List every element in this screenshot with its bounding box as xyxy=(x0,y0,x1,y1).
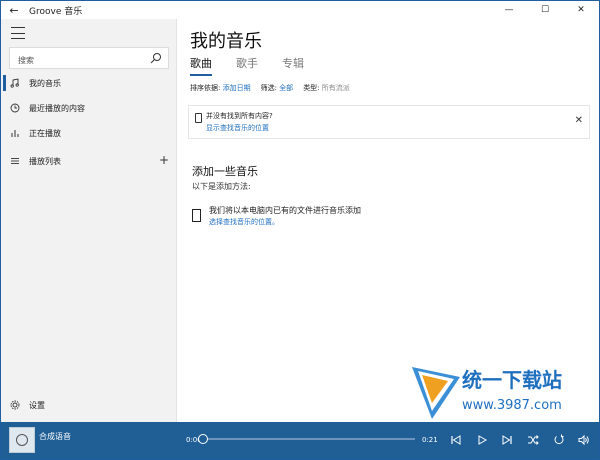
previous-button[interactable] xyxy=(448,432,464,448)
sidebar-item-settings[interactable]: 设置 xyxy=(1,393,177,417)
sidebar-item-label: 最近播放的内容 xyxy=(29,103,85,113)
sidebar-item-label: 我的音乐 xyxy=(29,78,61,88)
watermark-brand: 统一下载站 xyxy=(462,368,562,392)
filter-value[interactable]: 全部 xyxy=(279,84,293,92)
play-button[interactable] xyxy=(474,432,490,448)
seek-thumb[interactable] xyxy=(198,434,208,444)
next-icon xyxy=(502,435,512,445)
tab-songs[interactable]: 歌曲 xyxy=(190,55,212,76)
sidebar-item-recent[interactable]: 最近播放的内容 xyxy=(1,96,177,120)
sidebar-item-my-music[interactable]: 我的音乐 xyxy=(1,71,177,95)
list-icon xyxy=(1,156,29,166)
back-button[interactable]: ← xyxy=(1,1,27,19)
watermark-logo: 统一下载站 www.3987.com xyxy=(410,359,598,421)
player-bar: 合成语音 0:00 0:21 xyxy=(1,422,599,459)
show-locations-link[interactable]: 显示查找音乐的位置 xyxy=(206,123,269,133)
music-note-icon xyxy=(1,78,29,88)
tab-bar: 歌曲 歌手 专辑 xyxy=(190,55,328,76)
play-icon xyxy=(478,435,488,445)
previous-icon xyxy=(451,435,461,445)
track-name[interactable]: 合成语音 xyxy=(39,431,71,442)
gear-icon xyxy=(1,400,29,410)
dismiss-notice-button[interactable]: ✕ xyxy=(575,115,583,126)
search-box xyxy=(9,47,169,71)
tab-albums[interactable]: 专辑 xyxy=(282,55,304,73)
volume-icon xyxy=(578,434,589,446)
add-music-subtitle: 以下是添加方法: xyxy=(192,182,251,191)
window-controls: — ☐ ✕ xyxy=(491,1,599,19)
sidebar-item-now-playing[interactable]: 正在播放 xyxy=(1,121,177,145)
sort-filter[interactable]: 排序依据: 添加日期 xyxy=(190,83,251,93)
add-playlist-button[interactable]: + xyxy=(159,153,169,167)
sidebar-item-label: 正在播放 xyxy=(29,128,61,138)
add-music-description: 我们将以本电脑内已有的文件进行音乐添加 xyxy=(209,206,361,215)
volume-button[interactable] xyxy=(576,432,592,448)
hamburger-menu-icon[interactable] xyxy=(11,27,25,39)
search-input[interactable] xyxy=(10,50,140,71)
sidebar-item-label: 播放列表 xyxy=(29,156,61,166)
title-bar: ← Groove 音乐 — ☐ ✕ xyxy=(1,1,599,19)
shuffle-button[interactable] xyxy=(525,432,541,448)
notice-text: 并没有找到所有内容? xyxy=(206,112,273,120)
device-icon xyxy=(195,113,202,123)
seek-bar[interactable] xyxy=(198,434,415,444)
type-value[interactable]: 所有流派 xyxy=(322,84,350,92)
clock-icon xyxy=(1,103,29,113)
missing-content-notice: 并没有找到所有内容? 显示查找音乐的位置 ✕ xyxy=(188,105,590,139)
bars-icon xyxy=(1,128,29,138)
tab-artists[interactable]: 歌手 xyxy=(236,55,258,73)
next-button[interactable] xyxy=(499,432,515,448)
search-icon[interactable] xyxy=(150,52,162,64)
add-music-heading: 添加一些音乐 xyxy=(192,165,258,178)
minimize-icon: — xyxy=(504,5,514,15)
settings-label: 设置 xyxy=(29,400,45,410)
sort-label: 排序依据: xyxy=(190,84,221,92)
type-label: 类型: xyxy=(303,84,320,92)
album-art[interactable] xyxy=(9,427,35,453)
repeat-button[interactable] xyxy=(551,432,567,448)
maximize-icon: ☐ xyxy=(540,5,550,15)
minimize-button[interactable]: — xyxy=(491,1,527,19)
close-icon: ✕ xyxy=(577,5,585,15)
filter-bar: 排序依据: 添加日期 筛选: 全部 类型: 所有流派 xyxy=(190,83,350,93)
back-arrow-icon: ← xyxy=(9,3,19,17)
file-icon xyxy=(192,209,201,222)
show-filter[interactable]: 筛选: 全部 xyxy=(261,83,294,93)
close-button[interactable]: ✕ xyxy=(563,1,599,19)
window-title: Groove 音乐 xyxy=(29,6,83,17)
choose-locations-link[interactable]: 选择查找音乐的位置。 xyxy=(209,217,279,227)
filter-label: 筛选: xyxy=(260,84,277,92)
disc-icon xyxy=(16,434,28,446)
maximize-button[interactable]: ☐ xyxy=(527,1,563,19)
page-title: 我的音乐 xyxy=(190,31,262,52)
sort-value[interactable]: 添加日期 xyxy=(223,84,251,92)
sidebar-item-playlists[interactable]: 播放列表 + xyxy=(1,149,177,173)
repeat-icon xyxy=(554,434,564,445)
shuffle-icon xyxy=(528,435,539,445)
sidebar: 我的音乐 最近播放的内容 正在播放 播放列表 + 设置 xyxy=(1,19,177,422)
time-total: 0:21 xyxy=(422,436,438,444)
app-window: ← Groove 音乐 — ☐ ✕ 我的音乐 xyxy=(0,0,600,460)
main-content: 我的音乐 歌曲 歌手 专辑 排序依据: 添加日期 筛选: 全部 类型: 所有流派… xyxy=(178,19,599,422)
watermark-url: www.3987.com xyxy=(462,398,562,413)
genre-filter[interactable]: 类型: 所有流派 xyxy=(303,83,350,93)
